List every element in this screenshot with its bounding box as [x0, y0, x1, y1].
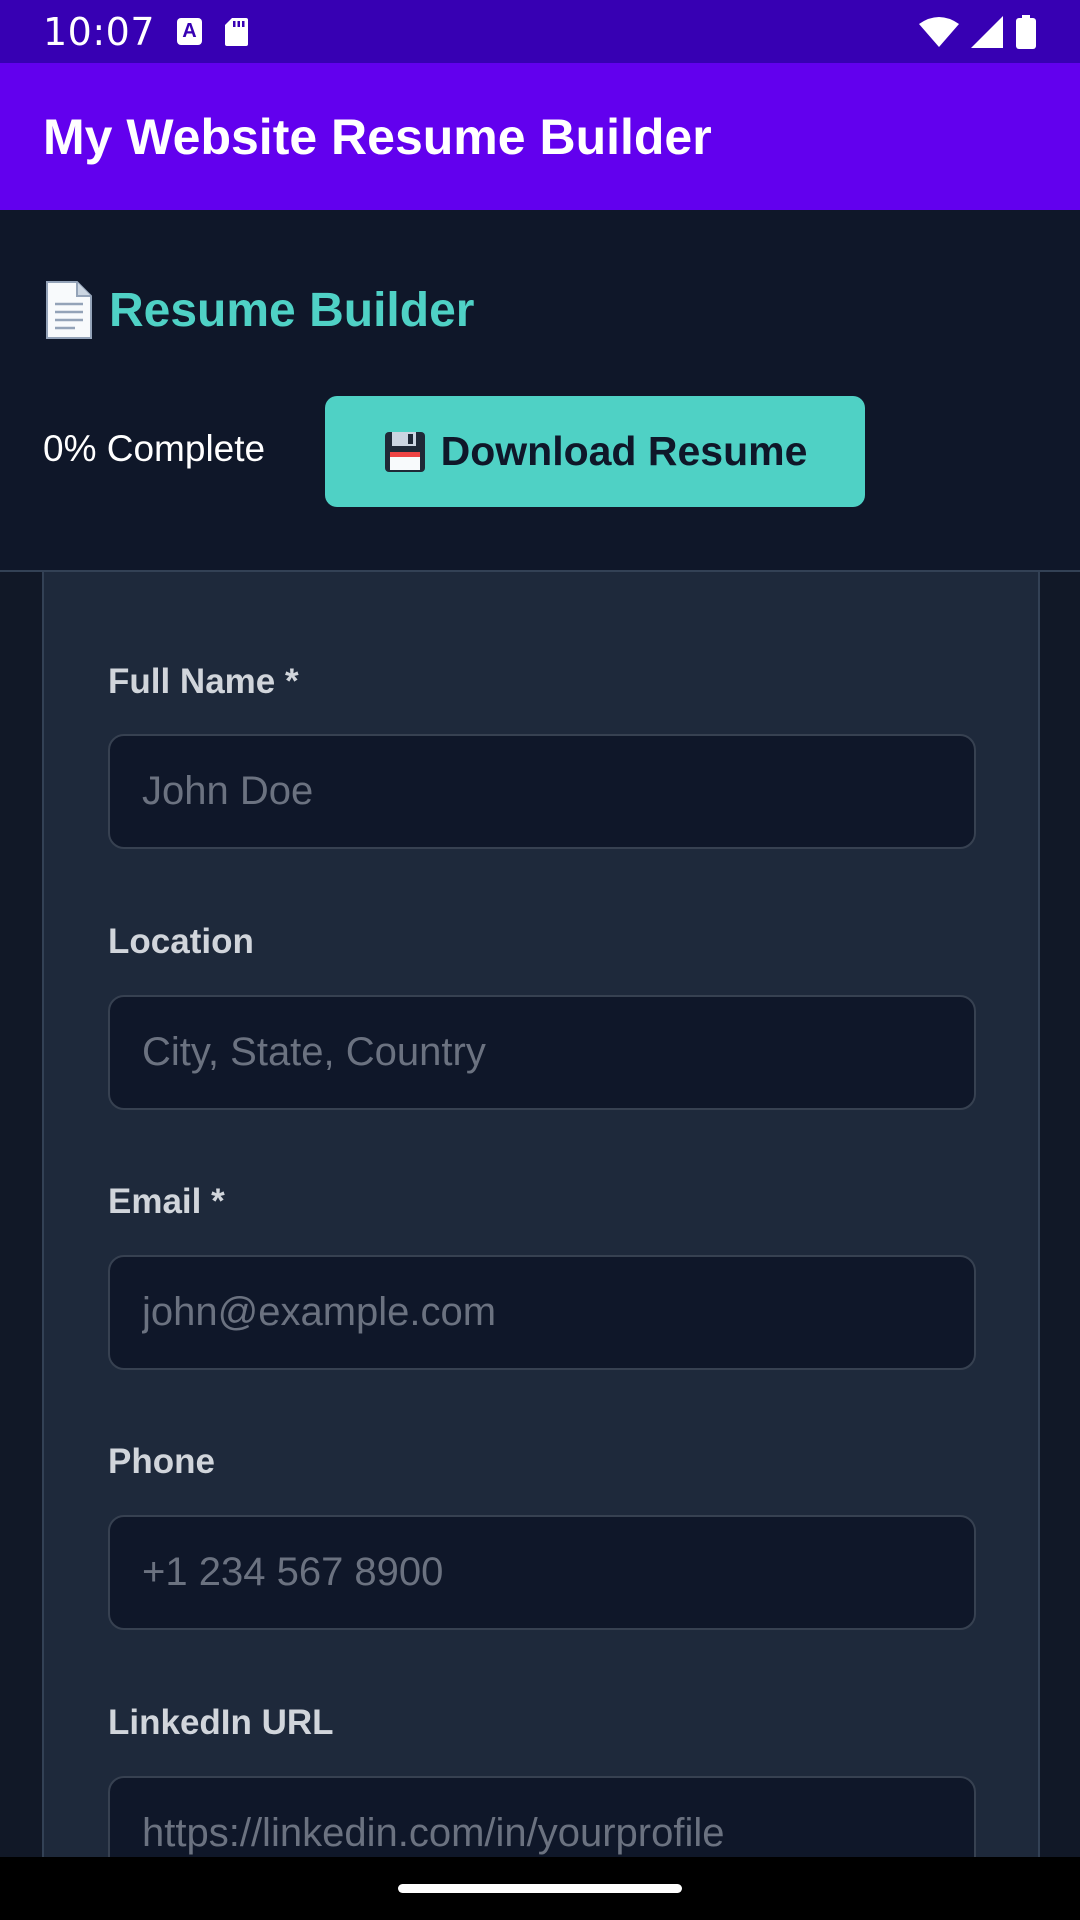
text-input-icon: A — [177, 18, 203, 45]
phone-label: Phone — [108, 1442, 215, 1481]
linkedin-url-label: LinkedIn URL — [108, 1703, 334, 1742]
download-resume-label: Download Resume — [440, 428, 808, 474]
full-name-input[interactable] — [108, 734, 976, 849]
phone-input[interactable] — [108, 1515, 976, 1630]
status-time: 10:07 — [43, 9, 156, 54]
progress-text: 0% Complete — [43, 428, 266, 469]
email-label: Email * — [108, 1182, 225, 1221]
signal-icon — [971, 15, 1003, 48]
contact-form: Full Name * Location Email * Phone Linke… — [42, 572, 1040, 1891]
floppy-disk-icon — [384, 431, 425, 472]
navigation-bar — [0, 1857, 1080, 1920]
full-name-label: Full Name * — [108, 662, 299, 701]
resume-header: Resume Builder 0% Complete Download Resu… — [0, 210, 1080, 572]
page-title-text: Resume Builder — [109, 283, 475, 337]
home-gesture-handle[interactable] — [398, 1884, 682, 1893]
status-bar: 10:07 A — [0, 0, 1080, 63]
download-resume-button[interactable]: Download Resume — [325, 396, 865, 507]
document-icon — [46, 281, 92, 339]
sd-card-icon — [225, 17, 249, 46]
page-title: Resume Builder — [43, 280, 474, 340]
app-bar: My Website Resume Builder — [0, 63, 1080, 210]
email-input[interactable] — [108, 1255, 976, 1370]
app-title: My Website Resume Builder — [43, 108, 712, 165]
status-icons-right — [919, 14, 1037, 49]
battery-icon — [1016, 14, 1036, 49]
wifi-icon — [919, 16, 959, 47]
location-input[interactable] — [108, 995, 976, 1110]
location-label: Location — [108, 922, 254, 961]
status-icons-left: A — [177, 17, 249, 47]
